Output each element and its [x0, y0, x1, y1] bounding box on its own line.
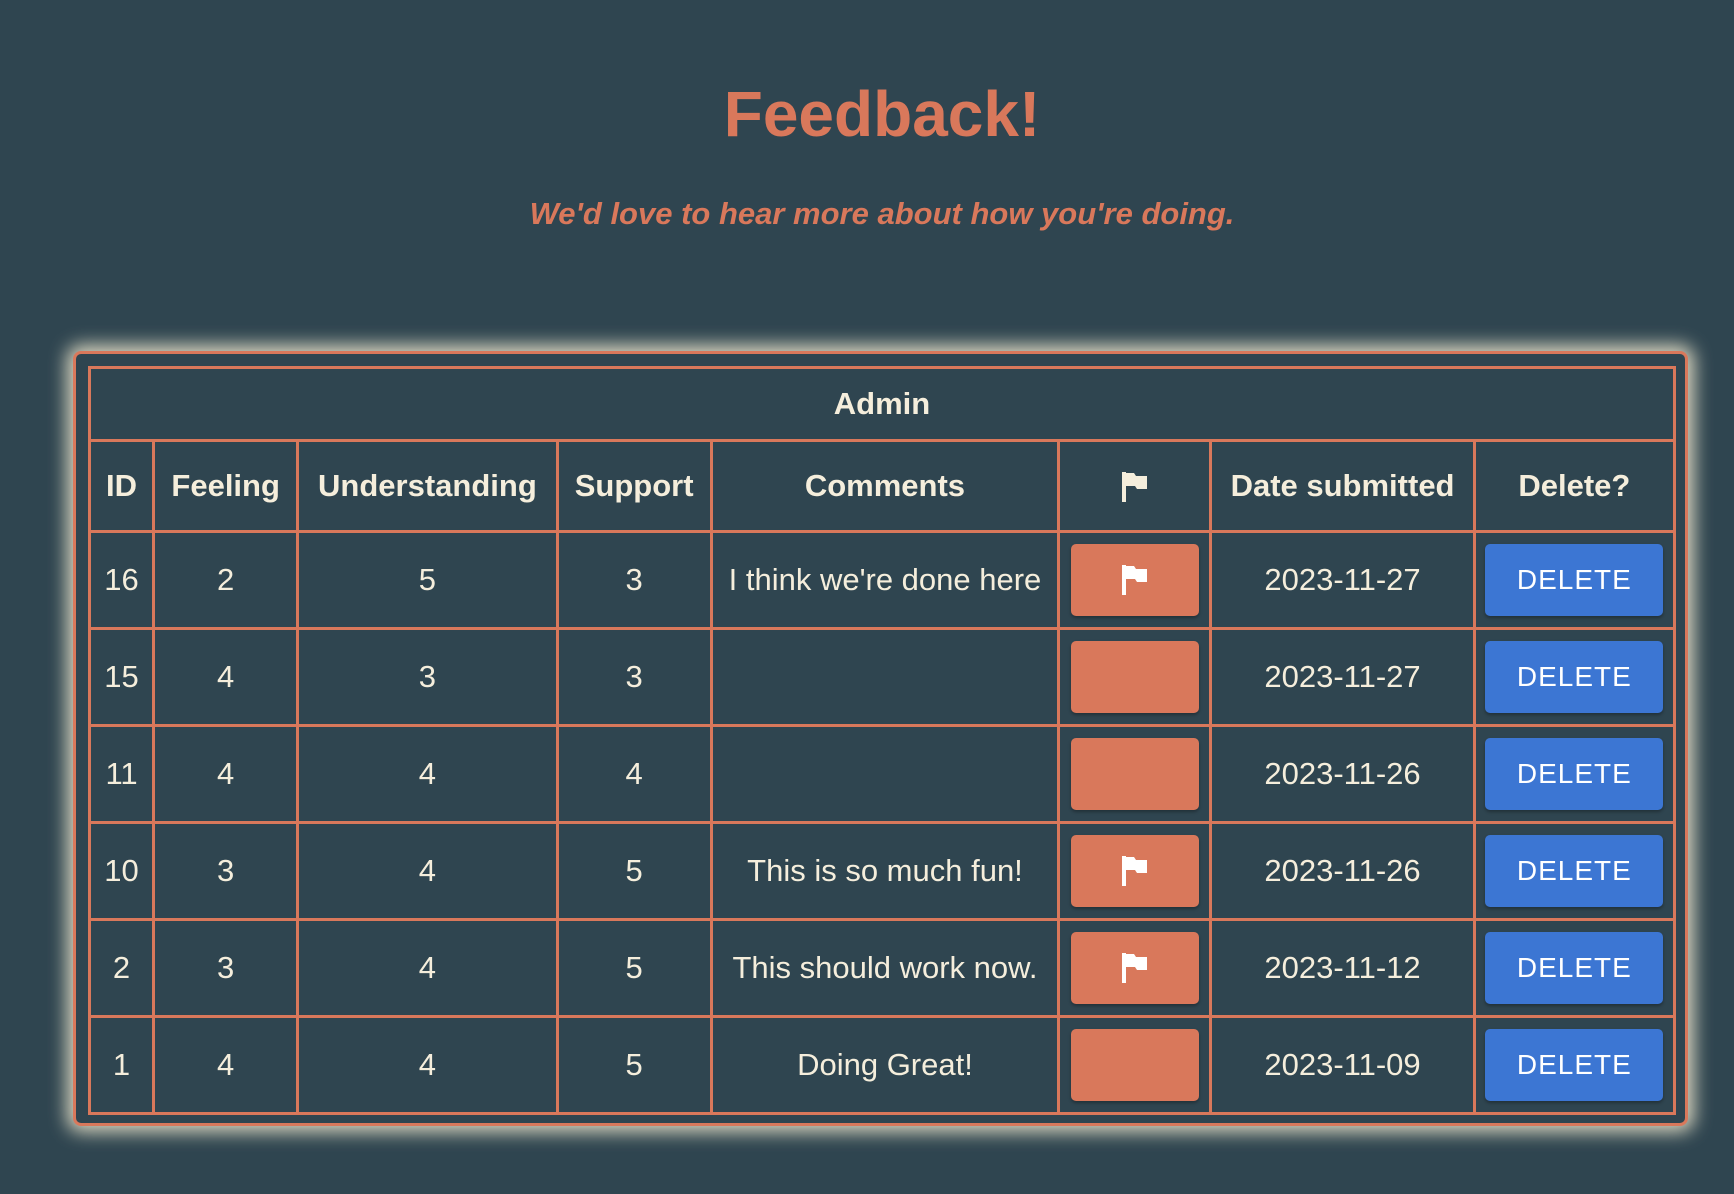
- cell-flag: [1057, 627, 1213, 727]
- page-subtitle: We'd love to hear more about how you're …: [529, 196, 1235, 231]
- cell-support: 3: [555, 627, 713, 727]
- cell-flag: [1057, 724, 1213, 824]
- cell-delete: DELETE: [1472, 724, 1677, 824]
- cell-support: 4: [555, 724, 713, 824]
- flag-button[interactable]: [1070, 738, 1199, 810]
- cell-date: 2023-11-26: [1209, 724, 1476, 824]
- flag-button[interactable]: [1070, 641, 1199, 713]
- cell-feeling: 2: [152, 530, 300, 630]
- cell-support: 5: [555, 918, 713, 1018]
- page-title: Feedback!: [723, 78, 1041, 150]
- cell-delete: DELETE: [1472, 918, 1677, 1018]
- column-header-feeling: Feeling: [152, 439, 300, 533]
- cell-flag: [1057, 530, 1213, 630]
- column-header-flag: [1057, 439, 1213, 533]
- table-row: 16 2 5 3 I think we're done here 2023-11-27 DE…: [87, 530, 1677, 630]
- delete-button[interactable]: DELETE: [1485, 641, 1664, 713]
- delete-button[interactable]: DELETE: [1485, 1029, 1664, 1101]
- cell-comments: This is so much fun!: [709, 821, 1061, 921]
- flag-icon: [1121, 472, 1147, 503]
- cell-date: 2023-11-27: [1209, 627, 1476, 727]
- column-header-id: ID: [87, 439, 156, 533]
- column-header-comments: Comments: [709, 439, 1061, 533]
- cell-id: 16: [87, 530, 156, 630]
- cell-comments: This should work now.: [709, 918, 1061, 1018]
- cell-date: 2023-11-26: [1209, 821, 1476, 921]
- cell-feeling: 4: [152, 627, 300, 727]
- cell-date: 2023-11-27: [1209, 530, 1476, 630]
- cell-understanding: 4: [296, 918, 559, 1018]
- cell-delete: DELETE: [1472, 821, 1677, 921]
- cell-feeling: 4: [152, 1015, 300, 1115]
- flag-button[interactable]: [1070, 544, 1199, 616]
- cell-date: 2023-11-09: [1209, 1015, 1476, 1115]
- cell-delete: DELETE: [1472, 627, 1677, 727]
- cell-flag: [1057, 821, 1213, 921]
- cell-understanding: 4: [296, 821, 559, 921]
- delete-button[interactable]: DELETE: [1485, 544, 1664, 616]
- cell-comments: [709, 724, 1061, 824]
- delete-button[interactable]: DELETE: [1485, 835, 1664, 907]
- feedback-table: Admin ID Feeling Understanding Support C…: [87, 366, 1677, 1115]
- column-header-support: Support: [555, 439, 713, 533]
- cell-id: 11: [87, 724, 156, 824]
- flag-icon: [1121, 565, 1147, 595]
- cell-support: 3: [555, 530, 713, 630]
- table-header-row: ID Feeling Understanding Support Comment…: [87, 439, 1677, 533]
- cell-feeling: 3: [152, 918, 300, 1018]
- table-row: 2 3 4 5 This should work now. 2023-11-12 DELET…: [87, 918, 1677, 1018]
- cell-support: 5: [555, 1015, 713, 1115]
- table-row: 15 4 3 3 2023-11-27 DELETE: [87, 627, 1677, 727]
- cell-id: 10: [87, 821, 156, 921]
- cell-comments: I think we're done here: [709, 530, 1061, 630]
- cell-feeling: 4: [152, 724, 300, 824]
- cell-id: 2: [87, 918, 156, 1018]
- table-caption: Admin: [88, 366, 1676, 442]
- column-header-delete: Delete?: [1472, 439, 1677, 533]
- flag-button[interactable]: [1070, 932, 1199, 1004]
- cell-comments: Doing Great!: [709, 1015, 1061, 1115]
- flag-button[interactable]: [1070, 835, 1199, 907]
- cell-understanding: 5: [296, 530, 559, 630]
- table-row: 11 4 4 4 2023-11-26 DELETE: [87, 724, 1677, 824]
- column-header-understanding: Understanding: [296, 439, 559, 533]
- cell-delete: DELETE: [1472, 530, 1677, 630]
- cell-understanding: 3: [296, 627, 559, 727]
- table-row: 10 3 4 5 This is so much fun! 2023-11-26 DELET…: [87, 821, 1677, 921]
- cell-support: 5: [555, 821, 713, 921]
- flag-icon: [1121, 856, 1147, 886]
- delete-button[interactable]: DELETE: [1485, 932, 1664, 1004]
- cell-comments: [709, 627, 1061, 727]
- flag-icon: [1121, 953, 1147, 983]
- cell-understanding: 4: [296, 724, 559, 824]
- delete-button[interactable]: DELETE: [1485, 738, 1664, 810]
- cell-flag: [1057, 1015, 1213, 1115]
- column-header-date: Date submitted: [1209, 439, 1476, 533]
- table-row: 1 4 4 5 Doing Great! 2023-11-09 DELETE: [87, 1015, 1677, 1115]
- cell-flag: [1057, 918, 1213, 1018]
- cell-id: 1: [87, 1015, 156, 1115]
- cell-delete: DELETE: [1472, 1015, 1677, 1115]
- admin-table-card: Admin ID Feeling Understanding Support C…: [73, 351, 1688, 1126]
- cell-id: 15: [87, 627, 156, 727]
- cell-date: 2023-11-12: [1209, 918, 1476, 1018]
- cell-understanding: 4: [296, 1015, 559, 1115]
- table-body: 16 2 5 3 I think we're done here 2023-11-27 DE…: [87, 530, 1677, 1115]
- flag-button[interactable]: [1070, 1029, 1199, 1101]
- cell-feeling: 3: [152, 821, 300, 921]
